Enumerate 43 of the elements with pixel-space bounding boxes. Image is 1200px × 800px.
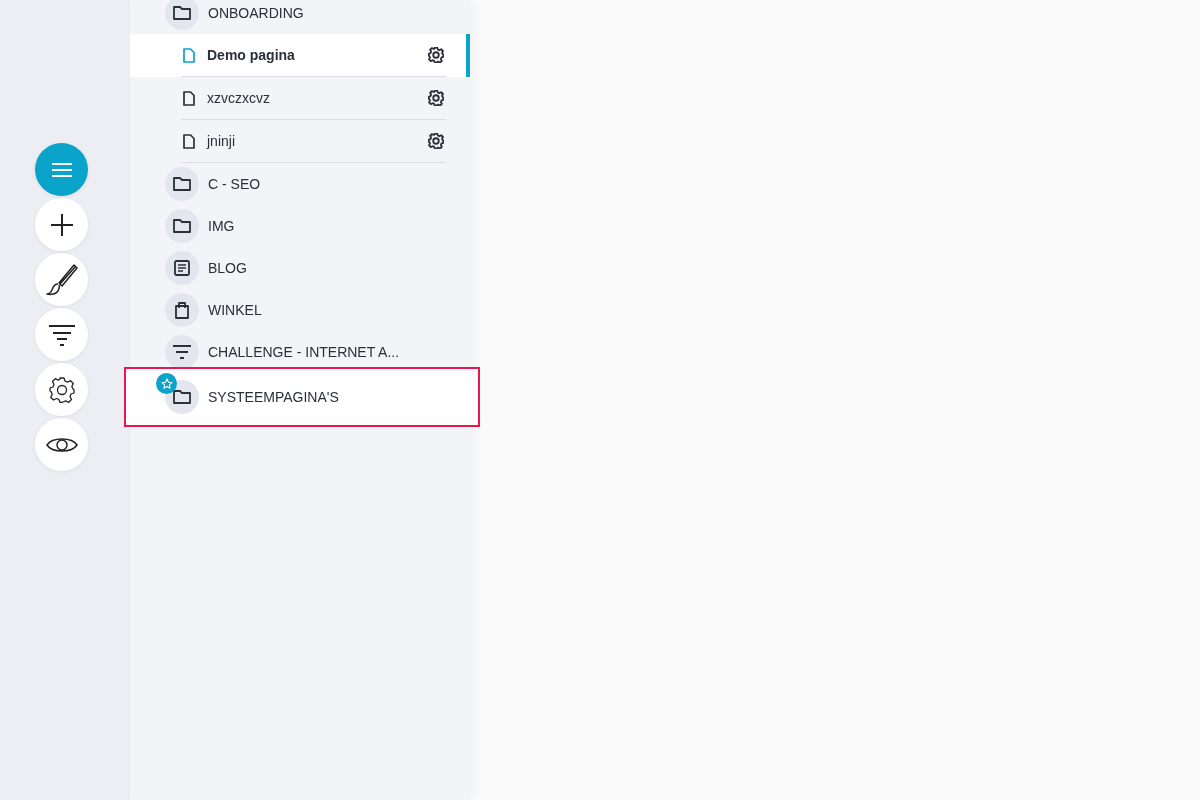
settings-icon: [48, 376, 75, 403]
filter-icon: [47, 323, 76, 346]
plus-icon: [49, 212, 74, 237]
page-item[interactable]: xzvczxcvz: [130, 77, 470, 120]
folder-icon: [173, 6, 191, 20]
shopping-bag-icon: [175, 301, 189, 319]
settings-tool-button[interactable]: [35, 363, 88, 416]
page-icon: [183, 90, 195, 106]
brush-tool-button[interactable]: [35, 253, 88, 306]
page-label: xzvczxcvz: [207, 90, 271, 106]
page-label: Demo pagina: [207, 47, 296, 63]
settings-icon[interactable]: [428, 47, 444, 63]
folder-label: CHALLENGE - INTERNET A...: [208, 344, 400, 360]
settings-icon[interactable]: [428, 133, 444, 149]
folder-label: C - SEO: [208, 176, 261, 192]
folder-icon: [173, 390, 191, 404]
folder-label: IMG: [208, 218, 235, 234]
page-label: jninji: [207, 133, 236, 149]
page-icon: [183, 47, 195, 63]
folder-label: SYSTEEMPAGINA'S: [208, 389, 339, 405]
document-lines-icon: [174, 260, 190, 276]
folder-label: WINKEL: [208, 302, 262, 318]
tree-item[interactable]: WINKEL: [130, 289, 470, 331]
tree-item[interactable]: BLOG: [130, 247, 470, 289]
tree-item[interactable]: IMG: [130, 205, 470, 247]
star-badge-icon: [156, 373, 177, 394]
folder-label: BLOG: [208, 260, 247, 276]
highlighted-tree-item[interactable]: SYSTEEMPAGINA'S: [126, 369, 478, 425]
paintbrush-icon: [45, 263, 78, 296]
page-item[interactable]: jninji: [130, 120, 470, 163]
tree-item[interactable]: ONBOARDING: [130, 0, 470, 34]
page-item[interactable]: Demo pagina: [130, 34, 470, 77]
menu-icon: [50, 161, 73, 178]
page-icon: [183, 133, 195, 149]
folder-icon: [173, 219, 191, 233]
folder-label: ONBOARDING: [208, 5, 304, 21]
tree-item[interactable]: C - SEO: [130, 163, 470, 205]
preview-tool-button[interactable]: [35, 418, 88, 471]
filter-tool-button[interactable]: [35, 308, 88, 361]
folder-icon: [173, 177, 191, 191]
settings-icon[interactable]: [428, 90, 444, 106]
filter-icon: [173, 345, 191, 359]
add-tool-button[interactable]: [35, 198, 88, 251]
